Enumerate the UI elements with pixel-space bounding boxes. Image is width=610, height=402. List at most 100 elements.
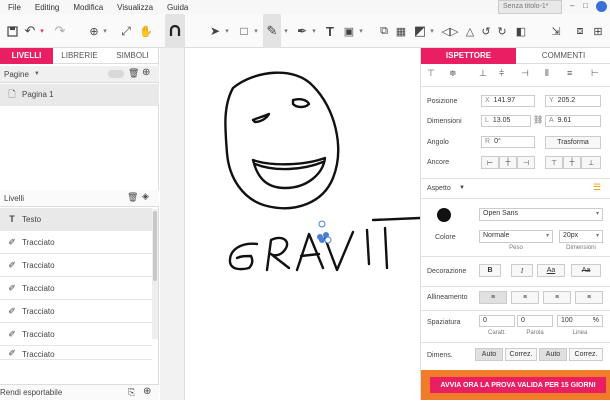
position-y-field[interactable]: Y 205.2 [545, 95, 601, 107]
align-center-icon[interactable]: ⫩ [499, 68, 504, 79]
height-auto-button[interactable]: Auto [539, 348, 567, 361]
text-tool-icon[interactable]: T [322, 14, 338, 48]
style-dropdown-icon[interactable]: ▾ [546, 232, 549, 239]
pen-dropdown-icon[interactable]: ▾ [282, 14, 290, 48]
text-align-left-icon[interactable]: ≡ [479, 291, 507, 304]
align-bottom-icon[interactable]: ⊥ [479, 68, 487, 79]
document-tab[interactable]: Senza titolo-1* [498, 0, 562, 14]
pages-dropdown-icon[interactable]: ▼ [34, 71, 40, 77]
transform-button[interactable]: Trasforma [545, 136, 601, 149]
font-size-select[interactable]: 20px ▾ [559, 230, 603, 243]
width-auto-button[interactable]: Auto [475, 348, 503, 361]
tab-ispettore[interactable]: ISPETTORE [421, 48, 516, 64]
size-dropdown-icon[interactable]: ▾ [596, 232, 599, 239]
group-icon[interactable]: ▦ [393, 14, 409, 48]
anchor-bottom-icon[interactable]: ⊥ [581, 156, 601, 169]
menu-editing[interactable]: Editing [35, 3, 59, 12]
delete-page-icon[interactable]: 🗑 [128, 68, 139, 79]
user-avatar[interactable] [596, 1, 607, 12]
font-style-select[interactable]: Normale ▾ [479, 230, 553, 243]
undo-icon[interactable]: ↶ [22, 14, 38, 48]
flip-vertical-icon[interactable]: △ [462, 14, 478, 48]
settings-icon[interactable]: ⊞ [590, 14, 606, 48]
angle-field[interactable]: R 0° [481, 136, 535, 148]
union-icon[interactable]: ◩ [412, 14, 428, 48]
menu-guida[interactable]: Guida [167, 3, 188, 12]
underline-button[interactable]: Aa [537, 264, 565, 277]
anchor-right-icon[interactable]: ⊣ [517, 156, 535, 169]
align-right-icon[interactable]: ⊣ [521, 68, 529, 79]
minimize-icon[interactable]: – [570, 1, 574, 10]
zoom-dropdown-icon[interactable]: ▾ [101, 14, 109, 48]
fit-view-icon[interactable]: ⤢ [118, 14, 134, 48]
align-left-icon[interactable]: ⊢ [591, 68, 599, 79]
appearance-dropdown-icon[interactable]: ▼ [459, 185, 465, 191]
styles-icon[interactable]: ☰ [593, 182, 601, 193]
image-dropdown-icon[interactable]: ▾ [357, 14, 365, 48]
bezier-dropdown-icon[interactable]: ▾ [310, 14, 318, 48]
flip-horizontal-icon[interactable]: ◁▷ [442, 14, 459, 48]
layer-item-path[interactable]: ✐ Tracciato [0, 300, 152, 323]
layer-item-path[interactable]: ✐ Tracciato [0, 323, 152, 346]
word-spacing-field[interactable]: 0 [517, 315, 553, 327]
layer-item-path[interactable]: ✐ Tracciato [0, 277, 152, 300]
text-align-right-icon[interactable]: ≡ [543, 291, 571, 304]
scrollbar-thumb[interactable] [153, 211, 157, 281]
duplicate-icon[interactable]: ⧉ [376, 14, 392, 48]
tab-commenti[interactable]: COMMENTI [516, 48, 610, 64]
rectangle-tool-icon[interactable]: □ [236, 14, 252, 48]
anchor-middle-icon[interactable]: ┼ [563, 156, 581, 169]
menu-modifica[interactable]: Modifica [73, 3, 103, 12]
bold-button[interactable]: B [479, 264, 501, 277]
layer-item-path[interactable]: ✐ Tracciato [0, 254, 152, 277]
height-field[interactable]: A 9.61 [545, 115, 601, 127]
export-toggle-label[interactable]: Rendi esportabile [0, 388, 62, 397]
line-spacing-field[interactable]: 100% [557, 315, 603, 327]
height-fixed-button[interactable]: Correz. [569, 348, 603, 361]
export-icon[interactable]: ⇲ [548, 14, 564, 48]
tab-livelli[interactable]: LIVELLI [0, 48, 53, 64]
tab-simboli[interactable]: SIMBOLI [106, 48, 159, 64]
shape-dropdown-icon[interactable]: ▾ [252, 14, 260, 48]
canvas-area[interactable] [160, 48, 422, 400]
distribute-v-icon[interactable]: ≡ [567, 68, 572, 78]
distribute-h-icon[interactable]: ⫴ [545, 68, 549, 79]
width-fixed-button[interactable]: Correz. [505, 348, 537, 361]
add-export-icon[interactable]: ⊕ [143, 386, 151, 397]
pages-toggle[interactable] [108, 70, 124, 78]
export-icon[interactable]: ⎘ [128, 387, 135, 398]
layers-scrollbar[interactable] [152, 209, 158, 339]
save-icon[interactable] [4, 14, 20, 48]
layer-item-text[interactable]: T Testo [0, 208, 152, 231]
page-item[interactable]: 🗋 Pagina 1 [0, 84, 159, 106]
hand-tool-icon[interactable]: ✋ [138, 14, 154, 48]
font-dropdown-icon[interactable]: ▾ [596, 210, 599, 217]
rotate-right-icon[interactable]: ↻ [494, 14, 510, 48]
rotate-left-icon[interactable]: ↺ [478, 14, 494, 48]
menu-file[interactable]: File [8, 3, 21, 12]
layer-item-path[interactable]: ✐ Tracciato [0, 231, 152, 254]
undo-dropdown-icon[interactable]: ▾ [38, 14, 46, 48]
position-x-field[interactable]: X 141.97 [481, 95, 535, 107]
italic-button[interactable]: I [511, 264, 533, 277]
link-icon[interactable]: ⛓ [533, 115, 543, 124]
layer-item-path[interactable]: ✐ Tracciato [0, 346, 152, 360]
drawing-svg[interactable] [185, 48, 422, 400]
redo-icon[interactable]: ↷ [52, 14, 68, 48]
drawing-page[interactable] [184, 48, 422, 400]
image-tool-icon[interactable]: ▣ [341, 14, 357, 48]
align-top-icon[interactable]: ⊤ [427, 68, 435, 79]
bezier-tool-icon[interactable]: ✒ [294, 14, 310, 48]
strikethrough-button[interactable]: Aa [571, 264, 601, 277]
anchor-top-icon[interactable]: ⊤ [545, 156, 563, 169]
menu-visualizza[interactable]: Visualizza [117, 3, 153, 12]
add-page-icon[interactable]: ⊕ [142, 67, 150, 78]
delete-layer-icon[interactable]: 🗑 [127, 192, 138, 203]
pointer-tool-icon[interactable]: ➤ [207, 14, 223, 48]
share-icon[interactable]: ⧈ [572, 14, 588, 48]
pen-tool-icon[interactable]: ✎ [263, 14, 281, 48]
char-spacing-field[interactable]: 0 [479, 315, 515, 327]
mask-icon[interactable]: ◧ [513, 14, 529, 48]
font-family-select[interactable]: Open Sans ▾ [479, 208, 603, 221]
text-justify-icon[interactable]: ≡ [575, 291, 603, 304]
